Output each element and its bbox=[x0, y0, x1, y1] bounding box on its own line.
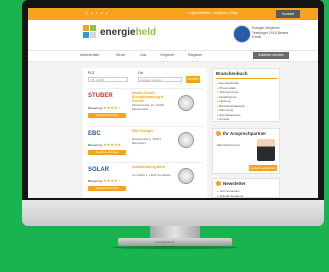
category-item[interactable]: ▸ Energieberater bbox=[217, 81, 239, 85]
nav-cta-button[interactable]: Anbieter werden bbox=[253, 52, 289, 59]
site-logo[interactable]: energieheld bbox=[100, 27, 156, 38]
quote-button[interactable]: Angebot einholen bbox=[88, 113, 126, 118]
nav-item-ratgeber[interactable]: Ratgeber bbox=[188, 53, 202, 57]
category-item[interactable]: ▸ Wärmepumpe bbox=[217, 90, 238, 94]
category-item[interactable]: ▸ Fenster bbox=[217, 117, 230, 121]
search-label-ort: Ort bbox=[138, 71, 143, 75]
quote-button[interactable]: Angebot einholen bbox=[88, 150, 126, 155]
rating-label: Bewertung ★★★★☆ bbox=[88, 105, 122, 110]
rating-stars: ★★★★☆ bbox=[103, 178, 122, 183]
category-item[interactable]: ▸ Dämmung bbox=[217, 108, 233, 112]
contact-name: Max Mustermann bbox=[217, 143, 241, 147]
newsletter-item[interactable]: ▸ Aktuelle Angebote bbox=[217, 194, 243, 198]
monitor-chin bbox=[22, 200, 324, 226]
category-item[interactable]: ▸ Heizung bbox=[217, 99, 230, 103]
nav-item-strom[interactable]: Strom bbox=[116, 53, 125, 57]
listing-name[interactable]: EBC Energie bbox=[132, 129, 172, 133]
stand-label: energieheld.de bbox=[154, 240, 175, 244]
search-button[interactable]: Suchen bbox=[186, 76, 200, 83]
contact-icon bbox=[216, 131, 221, 136]
category-item[interactable]: ▸ Solarthermie bbox=[217, 95, 236, 99]
listing-logo: SOLAR bbox=[88, 167, 109, 173]
contact-button[interactable]: Kontakt aufnehmen bbox=[249, 165, 277, 171]
quality-badge-icon bbox=[178, 95, 194, 111]
newsletter-title: Newsletter bbox=[223, 181, 246, 186]
contact-box: Ihr Ansprechpartner Max Mustermann Konta… bbox=[212, 128, 280, 174]
listing-name[interactable]: Stuber GmbH – Energieberatung & Service bbox=[132, 91, 172, 103]
listing-logo: STUBER bbox=[88, 93, 113, 99]
seal-text: Energie-Vergleich Testsieger 2016 Bestes… bbox=[252, 26, 289, 39]
listing-name[interactable]: Solarberatung Nord bbox=[132, 165, 172, 169]
plz-input[interactable]: z.B. 12345 bbox=[88, 77, 128, 82]
quality-badge-icon bbox=[178, 132, 194, 148]
divider bbox=[216, 78, 278, 79]
category-item[interactable]: ▸ Blockheizkraftwerk bbox=[217, 104, 244, 108]
nav-item-vergleich[interactable]: Vergleich bbox=[160, 53, 174, 57]
list-item[interactable]: SOLAR Solarberatung Nord Am Markt 3, 111… bbox=[86, 162, 204, 197]
list-item[interactable]: STUBER Stuber GmbH – Energieberatung & S… bbox=[86, 88, 204, 125]
rating-label: Bewertung ★★★★☆ bbox=[88, 178, 122, 183]
rating-stars: ★★★★★ bbox=[103, 142, 122, 147]
list-item[interactable]: EBC EBC Energie Hauptstraße 5, 54321 Bei… bbox=[86, 126, 204, 161]
search-label-plz: PLZ bbox=[88, 71, 95, 75]
listing-address: Am Markt 3, 11111 Nordstadt bbox=[132, 173, 171, 177]
contact-person-avatar bbox=[257, 139, 275, 161]
logo-prefix: energie bbox=[100, 27, 136, 38]
rating-label: Bewertung ★★★★★ bbox=[88, 142, 122, 147]
newsletter-box: Newsletter ▸ Jetzt anmelden ▸ Aktuelle A… bbox=[212, 178, 280, 198]
categories-box: Branchenbuch ▸ Energieberater ▸ Photovol… bbox=[212, 68, 280, 122]
quality-badge-icon bbox=[178, 168, 194, 184]
top-links[interactable]: Login Anbieter | Vergleich | Blog bbox=[188, 11, 238, 15]
top-dark-tab[interactable]: Kontakt bbox=[276, 10, 300, 18]
logo-mark-icon bbox=[83, 25, 96, 38]
newsletter-icon bbox=[216, 181, 221, 186]
listing-address: Hauptstraße 5, 54321 Beispielort bbox=[132, 137, 162, 145]
award-seal-icon bbox=[233, 25, 251, 43]
main-content: PLZ z.B. 12345 Ort Anbieter suchen Suche… bbox=[83, 68, 207, 198]
category-item[interactable]: ▸ Energieausweis bbox=[217, 113, 241, 117]
ort-input[interactable]: Anbieter suchen bbox=[138, 77, 182, 82]
website-screen: f • • • • Login Anbieter | Vergleich | B… bbox=[28, 8, 318, 198]
rating-stars: ★★★★☆ bbox=[103, 105, 122, 110]
category-item[interactable]: ▸ Photovoltaik bbox=[217, 86, 236, 90]
nav-item-gas[interactable]: Gas bbox=[140, 53, 146, 57]
listing-address: Musterstraße 12, 12345 Musterstadt bbox=[132, 103, 164, 111]
logo-suffix: held bbox=[135, 27, 157, 38]
contact-title: Ihr Ansprechpartner bbox=[223, 131, 267, 136]
quote-button[interactable]: Angebot einholen bbox=[88, 186, 126, 191]
newsletter-item[interactable]: ▸ Jetzt anmelden bbox=[217, 189, 240, 193]
main-nav: Anbieterliste Strom Gas Vergleich Ratgeb… bbox=[28, 50, 318, 62]
categories-title: Branchenbuch bbox=[216, 71, 248, 76]
site-header: energieheld Energie-Vergleich Testsieger… bbox=[28, 20, 318, 50]
monitor-shadow bbox=[112, 246, 238, 249]
top-bar: f • • • • Login Anbieter | Vergleich | B… bbox=[28, 8, 318, 20]
nav-item-anbieterliste[interactable]: Anbieterliste bbox=[80, 53, 99, 57]
social-icons[interactable]: f • • • • bbox=[86, 11, 109, 17]
listing-logo: EBC bbox=[88, 131, 101, 137]
